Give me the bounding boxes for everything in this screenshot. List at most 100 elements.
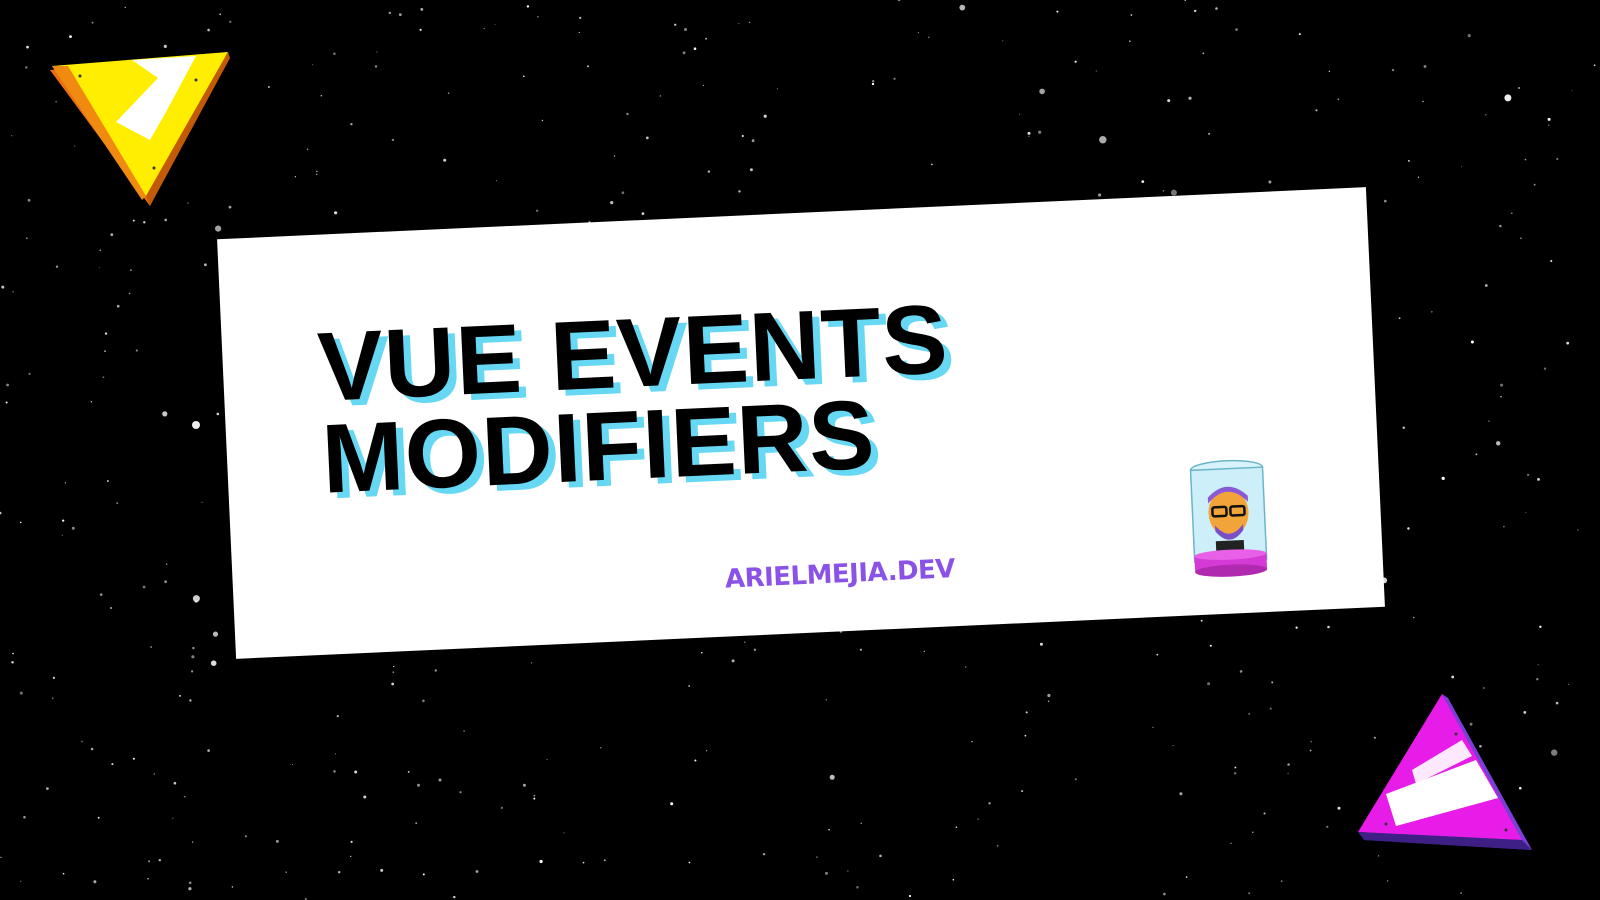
star <box>110 233 114 237</box>
star <box>312 64 313 66</box>
star <box>62 519 65 522</box>
star <box>267 86 270 88</box>
star <box>216 412 220 416</box>
star <box>158 859 161 862</box>
star <box>11 661 14 664</box>
yellow-triangle-icon <box>50 52 230 206</box>
star <box>1398 317 1401 320</box>
star <box>165 563 168 565</box>
star <box>350 123 353 126</box>
star <box>965 666 967 668</box>
star <box>1074 778 1077 781</box>
star <box>749 168 753 172</box>
star <box>1482 687 1485 689</box>
star <box>475 870 479 873</box>
star <box>762 853 766 856</box>
star <box>1430 310 1433 313</box>
star <box>23 815 26 819</box>
star <box>1208 132 1211 135</box>
star <box>20 880 22 882</box>
star <box>363 795 367 799</box>
star <box>438 778 442 782</box>
star <box>738 23 740 25</box>
star <box>1408 160 1410 162</box>
star <box>1230 842 1232 845</box>
star <box>1551 749 1558 756</box>
star <box>1488 420 1490 422</box>
star <box>407 771 410 773</box>
star <box>825 871 828 875</box>
star <box>1555 701 1559 705</box>
star <box>483 27 485 30</box>
star <box>162 411 168 417</box>
star <box>142 585 146 589</box>
star <box>110 607 112 609</box>
star <box>1315 109 1318 112</box>
star <box>1470 340 1474 344</box>
star <box>582 861 585 864</box>
star <box>872 80 875 83</box>
star <box>107 480 109 482</box>
star <box>1527 473 1530 476</box>
star <box>923 650 926 653</box>
star <box>1568 683 1570 686</box>
star <box>1441 476 1445 480</box>
star <box>354 770 358 774</box>
star <box>859 648 863 651</box>
star <box>731 659 735 663</box>
star <box>46 787 49 790</box>
star <box>25 66 28 69</box>
star <box>1539 625 1542 628</box>
star <box>128 292 131 295</box>
star <box>641 212 645 215</box>
star <box>1571 90 1573 92</box>
star <box>1387 880 1389 882</box>
star <box>1287 763 1290 766</box>
star <box>116 304 120 308</box>
star <box>897 0 901 2</box>
star <box>744 641 746 643</box>
star <box>376 51 378 53</box>
star <box>207 749 210 752</box>
star <box>879 854 882 858</box>
star <box>1167 99 1171 103</box>
star <box>578 31 580 34</box>
star <box>1537 478 1540 481</box>
website-link[interactable]: ARIELMEJIA.DEV <box>724 554 955 594</box>
star <box>419 28 422 31</box>
star <box>707 170 711 173</box>
star <box>333 52 336 55</box>
star <box>207 28 210 32</box>
star <box>148 860 151 863</box>
star <box>26 45 29 49</box>
star <box>1310 741 1312 743</box>
star <box>688 685 691 687</box>
star <box>111 763 114 766</box>
star <box>463 730 465 732</box>
star <box>1484 284 1488 287</box>
star <box>522 783 526 787</box>
star <box>219 13 221 16</box>
star <box>306 148 309 151</box>
star <box>231 886 234 888</box>
star <box>1099 136 1107 144</box>
star <box>1520 237 1522 240</box>
star <box>1248 892 1251 895</box>
star <box>91 21 94 24</box>
star <box>212 631 219 637</box>
star <box>1384 199 1387 203</box>
star <box>191 670 194 673</box>
star <box>64 482 66 484</box>
star <box>670 802 674 806</box>
star <box>393 665 395 668</box>
star <box>135 349 138 352</box>
star <box>1200 619 1203 622</box>
star <box>893 77 896 81</box>
star <box>776 88 778 90</box>
star <box>1309 749 1312 752</box>
star <box>191 655 195 659</box>
star <box>147 878 149 880</box>
star <box>1500 383 1504 387</box>
star <box>1263 812 1266 815</box>
star <box>1500 395 1502 398</box>
